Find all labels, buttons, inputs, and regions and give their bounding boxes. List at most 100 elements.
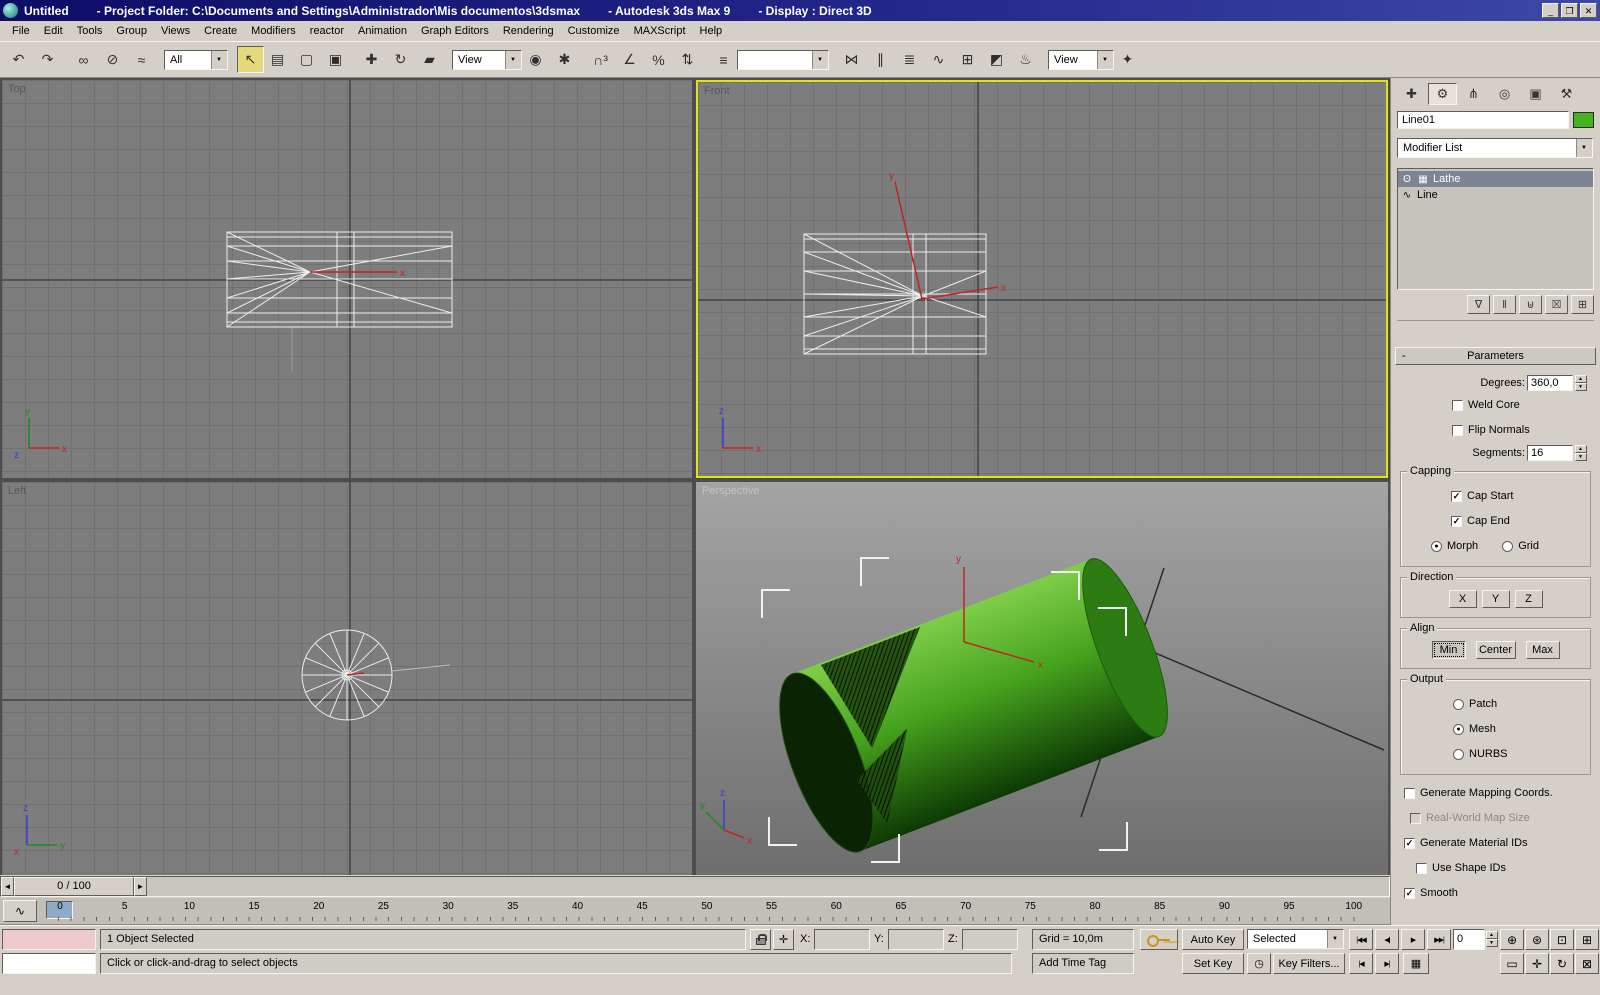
- render-viewport-dropdown[interactable]: View: [1048, 49, 1114, 70]
- collapse-icon[interactable]: -: [1402, 348, 1406, 364]
- curve-editor-button[interactable]: ∿: [925, 46, 952, 73]
- configure-modifier-sets-button[interactable]: ⊞: [1571, 295, 1594, 314]
- go-to-start-button[interactable]: |◀◀: [1349, 929, 1373, 950]
- spinner-down-icon[interactable]: [1575, 453, 1587, 461]
- segments-field[interactable]: 16: [1527, 445, 1573, 461]
- menu-item[interactable]: Views: [154, 23, 197, 39]
- menu-item[interactable]: reactor: [303, 23, 351, 39]
- select-and-move-button[interactable]: ✚: [358, 46, 385, 73]
- zoom-all-button[interactable]: ⊛: [1525, 929, 1549, 950]
- object-color-swatch[interactable]: [1573, 112, 1594, 128]
- grid-radio[interactable]: [1502, 541, 1514, 552]
- modifier-stack[interactable]: ʘ ▦ Lathe ∿ Line: [1397, 168, 1594, 290]
- align-min-button[interactable]: Min: [1431, 641, 1466, 659]
- angle-snap-button[interactable]: ∠: [616, 46, 643, 73]
- spinner-up-icon[interactable]: [1575, 445, 1587, 453]
- next-key-button[interactable]: ▶|: [1375, 953, 1399, 974]
- menu-item[interactable]: Modifiers: [244, 23, 303, 39]
- modify-tab[interactable]: ⚙: [1428, 83, 1457, 105]
- zoom-extents-all-button[interactable]: ⊞: [1575, 929, 1599, 950]
- generate-material-ids-checkbox[interactable]: ✓: [1404, 838, 1415, 849]
- minimize-button[interactable]: _: [1542, 3, 1559, 18]
- auto-key-toggle[interactable]: Auto Key: [1182, 929, 1244, 950]
- viewport-left[interactable]: Left z y x: [2, 482, 692, 875]
- selection-lock-toggle[interactable]: [750, 929, 771, 950]
- show-end-result-button[interactable]: ‖: [1493, 295, 1516, 314]
- menu-item[interactable]: MAXScript: [627, 23, 693, 39]
- time-slider-track[interactable]: [147, 877, 1389, 896]
- select-and-link-button[interactable]: ∞: [70, 46, 97, 73]
- menu-item[interactable]: Rendering: [496, 23, 561, 39]
- render-scene-button[interactable]: ♨: [1012, 46, 1039, 73]
- dropdown-arrow-icon[interactable]: [812, 50, 828, 69]
- viewport-left-label[interactable]: Left: [8, 485, 26, 497]
- menu-item[interactable]: File: [5, 23, 37, 39]
- rectangular-selection-region-button[interactable]: ▢: [293, 46, 320, 73]
- schematic-view-button[interactable]: ⊞: [954, 46, 981, 73]
- object-name-field[interactable]: Line01: [1397, 111, 1569, 129]
- keyboard-shortcut-override-toggle[interactable]: ▦: [1403, 953, 1429, 974]
- visibility-bulb-icon[interactable]: ʘ: [1401, 174, 1413, 185]
- window-titlebar[interactable]: Untitled - Project Folder: C:\Documents a…: [0, 0, 1600, 21]
- play-button[interactable]: ▶: [1401, 929, 1425, 950]
- segments-spinner[interactable]: [1575, 445, 1587, 461]
- time-slider-next-arrow[interactable]: ►: [134, 877, 147, 896]
- track-bar[interactable]: ∿ 0 5 10 15 20 25 30 35 40 45 50 55 60 65 70 75 80 85 90 95…: [0, 898, 1390, 925]
- cap-end-checkbox[interactable]: ✓: [1451, 516, 1462, 527]
- remove-modifier-button[interactable]: ☒: [1545, 295, 1568, 314]
- display-tab[interactable]: ▣: [1521, 83, 1550, 105]
- track-bar-ruler[interactable]: 0 5 10 15 20 25 30 35 40 45 50 55 60 65 70 75 80 85 90 95 10…: [48, 901, 1366, 924]
- reference-coordinate-dropdown[interactable]: View: [452, 49, 522, 70]
- dropdown-arrow-icon[interactable]: [1327, 930, 1343, 948]
- snaps-toggle-button[interactable]: ∩³: [587, 46, 614, 73]
- zoom-extents-button[interactable]: ⊡: [1550, 929, 1574, 950]
- modifier-stack-item-lathe[interactable]: ʘ ▦ Lathe: [1398, 171, 1593, 187]
- edit-named-selection-sets-button[interactable]: ≡: [710, 46, 737, 73]
- go-to-end-button[interactable]: ▶▶|: [1427, 929, 1451, 950]
- frame-spinner[interactable]: [1486, 931, 1498, 947]
- arc-rotate-button[interactable]: ↻: [1550, 953, 1574, 974]
- use-pivot-point-center-button[interactable]: ◉: [522, 46, 549, 73]
- menu-item[interactable]: Tools: [70, 23, 110, 39]
- y-coordinate-field[interactable]: [888, 929, 944, 950]
- use-shape-ids-checkbox[interactable]: [1416, 863, 1427, 874]
- previous-frame-button[interactable]: ◀|: [1375, 929, 1399, 950]
- generate-mapping-coords-checkbox[interactable]: [1404, 788, 1415, 799]
- mirror-button[interactable]: ⋈: [838, 46, 865, 73]
- min-max-toggle-button[interactable]: ⊠: [1575, 953, 1599, 974]
- make-unique-button[interactable]: ⊎: [1519, 295, 1542, 314]
- undo-button[interactable]: ↶: [5, 46, 32, 73]
- menu-item[interactable]: Animation: [351, 23, 414, 39]
- dropdown-arrow-icon[interactable]: [505, 50, 521, 69]
- select-by-name-button[interactable]: ▤: [264, 46, 291, 73]
- degrees-spinner[interactable]: [1575, 375, 1587, 391]
- nurbs-radio[interactable]: [1453, 749, 1464, 760]
- window-crossing-toggle-button[interactable]: ▣: [322, 46, 349, 73]
- viewport-top-label[interactable]: Top: [8, 83, 26, 95]
- menu-item[interactable]: Help: [693, 23, 730, 39]
- set-key-mode-button[interactable]: Set Key: [1182, 953, 1244, 974]
- x-coordinate-field[interactable]: [814, 929, 870, 950]
- spinner-snap-button[interactable]: ⇅: [674, 46, 701, 73]
- absolute-mode-toggle[interactable]: ✛: [773, 929, 794, 950]
- morph-radio[interactable]: ●: [1431, 541, 1442, 552]
- menu-item[interactable]: Group: [109, 23, 154, 39]
- weld-core-checkbox[interactable]: [1452, 400, 1463, 411]
- bind-to-space-warp-button[interactable]: ≈: [128, 46, 155, 73]
- viewport-front[interactable]: Front y x z x: [696, 80, 1388, 478]
- zoom-button[interactable]: ⊕: [1500, 929, 1524, 950]
- align-button[interactable]: ∥: [867, 46, 894, 73]
- modifier-stack-item-line[interactable]: ∿ Line: [1398, 187, 1593, 203]
- add-time-tag[interactable]: Add Time Tag: [1032, 953, 1134, 974]
- mesh-radio[interactable]: ●: [1453, 724, 1464, 735]
- maximize-button[interactable]: ❐: [1561, 3, 1578, 18]
- direction-z-button[interactable]: Z: [1514, 590, 1543, 608]
- close-button[interactable]: ✕: [1580, 3, 1597, 18]
- viewport-perspective[interactable]: Perspective y x z y x: [696, 482, 1388, 875]
- percent-snap-button[interactable]: %: [645, 46, 672, 73]
- key-mode-dropdown[interactable]: Selected: [1247, 929, 1344, 949]
- align-center-button[interactable]: Center: [1475, 641, 1516, 659]
- key-filters-button[interactable]: Key Filters...: [1273, 953, 1345, 974]
- viewport-front-label[interactable]: Front: [704, 85, 730, 97]
- select-and-manipulate-button[interactable]: ✱: [551, 46, 578, 73]
